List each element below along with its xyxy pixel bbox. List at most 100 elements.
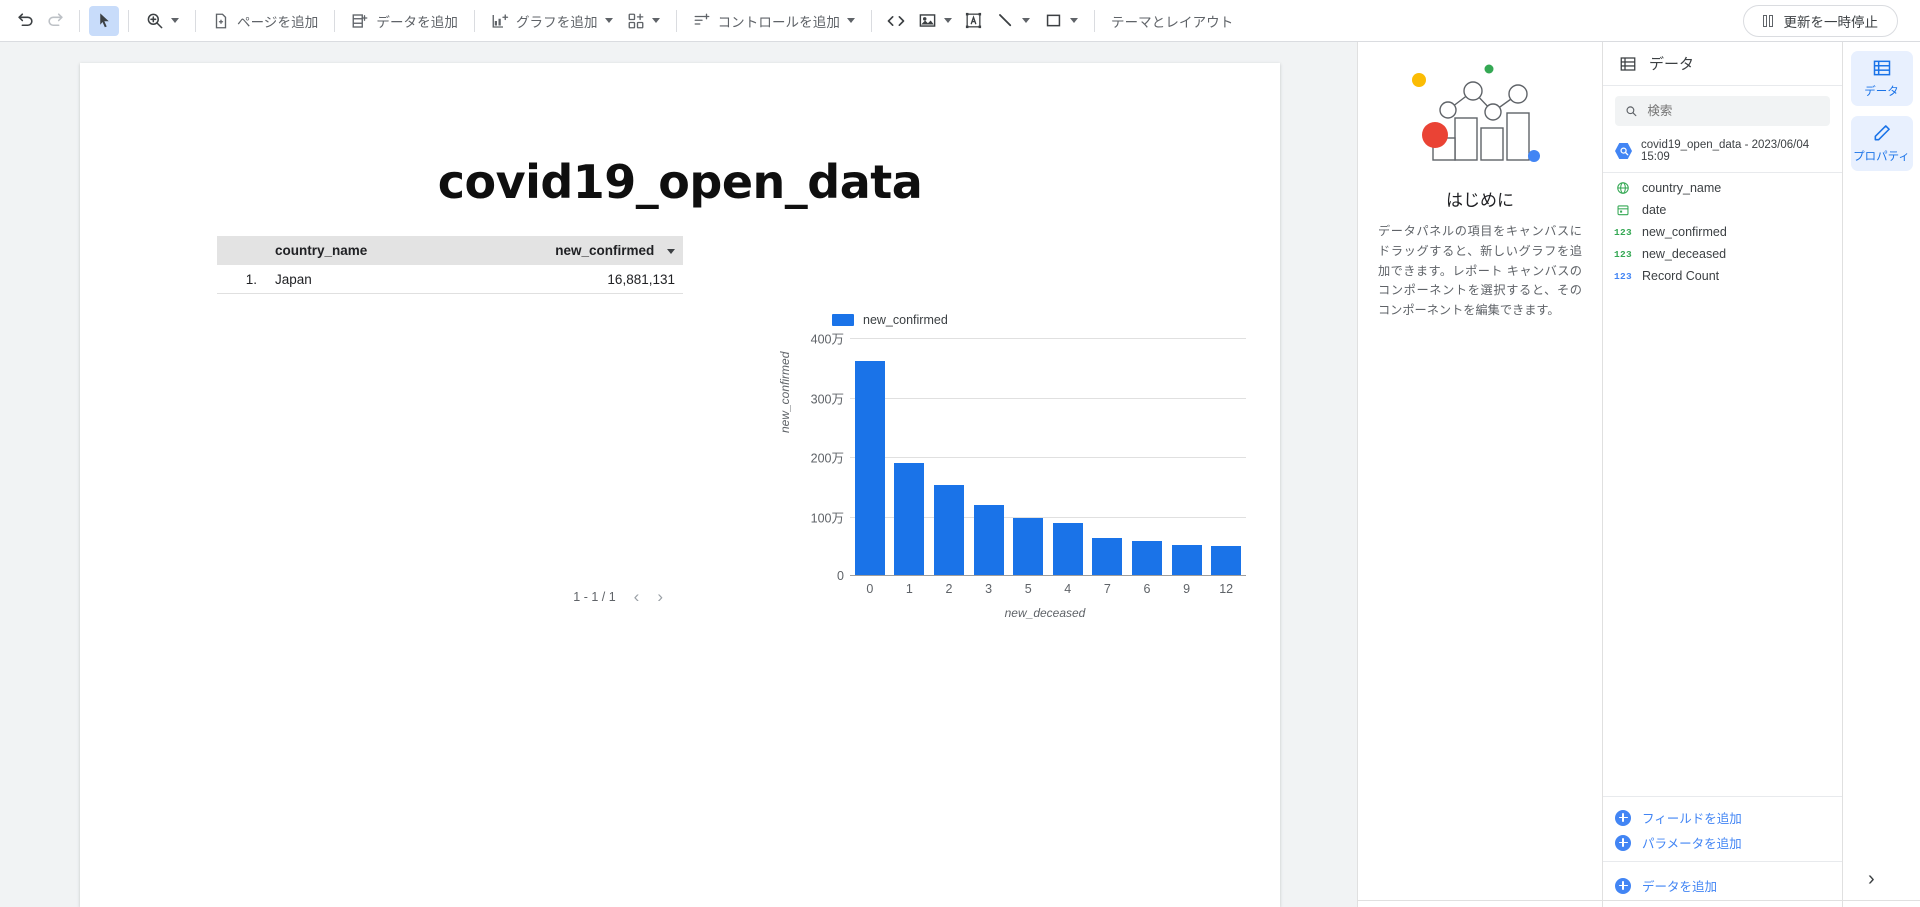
embed-code-button[interactable] bbox=[881, 6, 911, 36]
table-header-country-name[interactable]: country_name bbox=[267, 243, 493, 258]
chart-bar[interactable] bbox=[973, 505, 1004, 575]
chart-bar[interactable] bbox=[1052, 523, 1083, 575]
chart-bar[interactable] bbox=[894, 462, 925, 575]
chart-bar[interactable] bbox=[1013, 517, 1044, 575]
chart-x-tick-label: 0 bbox=[866, 582, 874, 596]
chart-y-tick-label: 0 bbox=[837, 569, 844, 583]
plus-icon bbox=[1615, 877, 1631, 894]
data-panel-field-list: country_namedate 123 new_confirmed 123 new_d… bbox=[1603, 173, 1842, 796]
table-row[interactable]: 1. Japan 16,881,131 bbox=[217, 265, 683, 294]
chart-bar-cell[interactable] bbox=[1127, 338, 1167, 575]
pagination-prev-icon[interactable]: ‹ bbox=[634, 588, 640, 605]
chart-x-tick-label: 1 bbox=[905, 582, 913, 596]
chart-x-tick-label: 5 bbox=[1024, 582, 1032, 596]
chart-bar-cell[interactable] bbox=[1048, 338, 1088, 575]
bar-chart-widget[interactable]: new_confirmed new_confirmed 0 100万 200万 300… bbox=[778, 313, 1250, 658]
rail-tab-data[interactable]: データ bbox=[1850, 51, 1913, 106]
right-rail: データ プロパティ bbox=[1842, 42, 1920, 907]
chart-plot bbox=[850, 338, 1246, 576]
rectangle-icon bbox=[1046, 14, 1061, 27]
search-input[interactable] bbox=[1647, 104, 1820, 118]
sort-descending-icon[interactable] bbox=[667, 248, 675, 254]
table-cell-index: 1. bbox=[245, 271, 257, 287]
getting-started-title: はじめに bbox=[1446, 191, 1514, 210]
add-chart-caret[interactable] bbox=[604, 18, 613, 23]
add-control-button[interactable]: コントロールを追加 bbox=[686, 6, 862, 36]
chart-bar-cell[interactable] bbox=[1206, 338, 1246, 575]
data-field-new-deceased[interactable]: 123 new_deceased bbox=[1603, 243, 1842, 265]
expand-panel-icon[interactable]: › bbox=[1868, 869, 1875, 889]
toolbar-divider bbox=[675, 9, 677, 32]
add-field-button[interactable]: フィールドを追加 bbox=[1603, 805, 1842, 830]
shape-tool-button[interactable] bbox=[1037, 6, 1085, 36]
legend-swatch bbox=[832, 314, 854, 326]
chart-bar[interactable] bbox=[854, 360, 885, 575]
table-widget[interactable]: country_name new_confirmed 1. Japan 16,8… bbox=[217, 236, 683, 605]
chart-bar[interactable] bbox=[1171, 544, 1202, 575]
data-field-label: new_deceased bbox=[1642, 247, 1727, 261]
insert-image-button[interactable] bbox=[911, 6, 959, 36]
rail-tab-properties[interactable]: プロパティ bbox=[1850, 116, 1913, 171]
chart-bar-cell[interactable] bbox=[1167, 338, 1207, 575]
toolbar-divider bbox=[870, 9, 872, 32]
text-box-button[interactable] bbox=[959, 6, 989, 36]
calendar-icon bbox=[1615, 203, 1631, 217]
zoom-tool-button[interactable] bbox=[138, 6, 186, 36]
chart-bar-cell[interactable] bbox=[850, 338, 890, 575]
chart-bar-cell[interactable] bbox=[929, 338, 969, 575]
add-data-source-button[interactable]: データを追加 bbox=[1603, 873, 1842, 898]
add-data-button[interactable]: データを追加 bbox=[344, 6, 465, 36]
top-toolbar: ページを追加 データを追加 グラフを追加 コントロールを追加 テーマとレイアウト… bbox=[0, 0, 1920, 42]
chart-bar-cell[interactable] bbox=[890, 338, 930, 575]
search-icon bbox=[1626, 106, 1637, 117]
zoom-dropdown-caret[interactable] bbox=[171, 18, 179, 23]
insert-image-caret[interactable] bbox=[943, 18, 952, 23]
shape-tool-caret[interactable] bbox=[1069, 18, 1078, 23]
chart-bar[interactable] bbox=[1211, 545, 1242, 575]
globe-icon bbox=[1615, 181, 1631, 195]
chart-bar-cell[interactable] bbox=[969, 338, 1009, 575]
table-header-new-confirmed-label: new_confirmed bbox=[555, 243, 655, 258]
undo-button[interactable] bbox=[10, 6, 40, 36]
data-source-item[interactable]: covid19_open_data - 2023/06/04 15:09 bbox=[1603, 132, 1842, 173]
add-page-label: ページを追加 bbox=[237, 14, 319, 30]
add-parameter-button[interactable]: パラメータを追加 bbox=[1603, 830, 1842, 855]
pause-updates-button[interactable]: 更新を一時停止 bbox=[1743, 4, 1898, 37]
plus-icon bbox=[1615, 834, 1631, 851]
table-cell-new-confirmed: 16,881,131 bbox=[607, 271, 675, 287]
chart-y-tick-label: 300万 bbox=[810, 392, 844, 406]
data-field-date[interactable]: date bbox=[1603, 199, 1842, 221]
add-control-caret[interactable] bbox=[846, 18, 855, 23]
search-box[interactable] bbox=[1615, 96, 1830, 126]
add-data-source-label: データを追加 bbox=[1642, 880, 1718, 894]
line-icon bbox=[999, 14, 1012, 27]
data-source-icon bbox=[1615, 143, 1632, 159]
theme-and-layout-button[interactable]: テーマとレイアウト bbox=[1104, 6, 1240, 36]
chart-bar[interactable] bbox=[933, 484, 965, 575]
chart-bar-cell[interactable] bbox=[1008, 338, 1048, 575]
data-table-icon bbox=[1620, 56, 1636, 71]
redo-button[interactable] bbox=[40, 6, 70, 36]
table-header-new-confirmed[interactable]: new_confirmed bbox=[493, 243, 683, 258]
chart-bar[interactable] bbox=[1131, 540, 1162, 575]
cursor-icon bbox=[99, 13, 109, 28]
data-field-country-name[interactable]: country_name bbox=[1603, 177, 1842, 199]
community-viz-caret[interactable] bbox=[651, 18, 660, 23]
data-field-record-count[interactable]: 123 Record Count bbox=[1603, 265, 1842, 287]
select-tool-button[interactable] bbox=[89, 5, 119, 36]
report-workarea: covid19_open_data country_name new_confi… bbox=[0, 42, 1357, 907]
line-tool-caret[interactable] bbox=[1021, 18, 1030, 23]
number-field-icon: 123 bbox=[1614, 248, 1633, 260]
add-page-button[interactable]: ページを追加 bbox=[205, 6, 325, 36]
report-canvas[interactable]: covid19_open_data country_name new_confi… bbox=[80, 63, 1280, 907]
data-field-label: country_name bbox=[1642, 181, 1722, 195]
chart-bar[interactable] bbox=[1092, 538, 1123, 575]
chart-bar-cell[interactable] bbox=[1088, 338, 1128, 575]
pagination-next-icon[interactable]: › bbox=[657, 588, 663, 605]
add-chart-button[interactable]: グラフを追加 bbox=[484, 6, 620, 36]
data-field-new-confirmed[interactable]: 123 new_confirmed bbox=[1603, 221, 1842, 243]
add-field-label: フィールドを追加 bbox=[1642, 812, 1742, 826]
line-tool-button[interactable] bbox=[989, 6, 1037, 36]
data-panel-actions: フィールドを追加 パラメータを追加 bbox=[1603, 796, 1842, 861]
community-viz-button[interactable] bbox=[620, 6, 667, 36]
